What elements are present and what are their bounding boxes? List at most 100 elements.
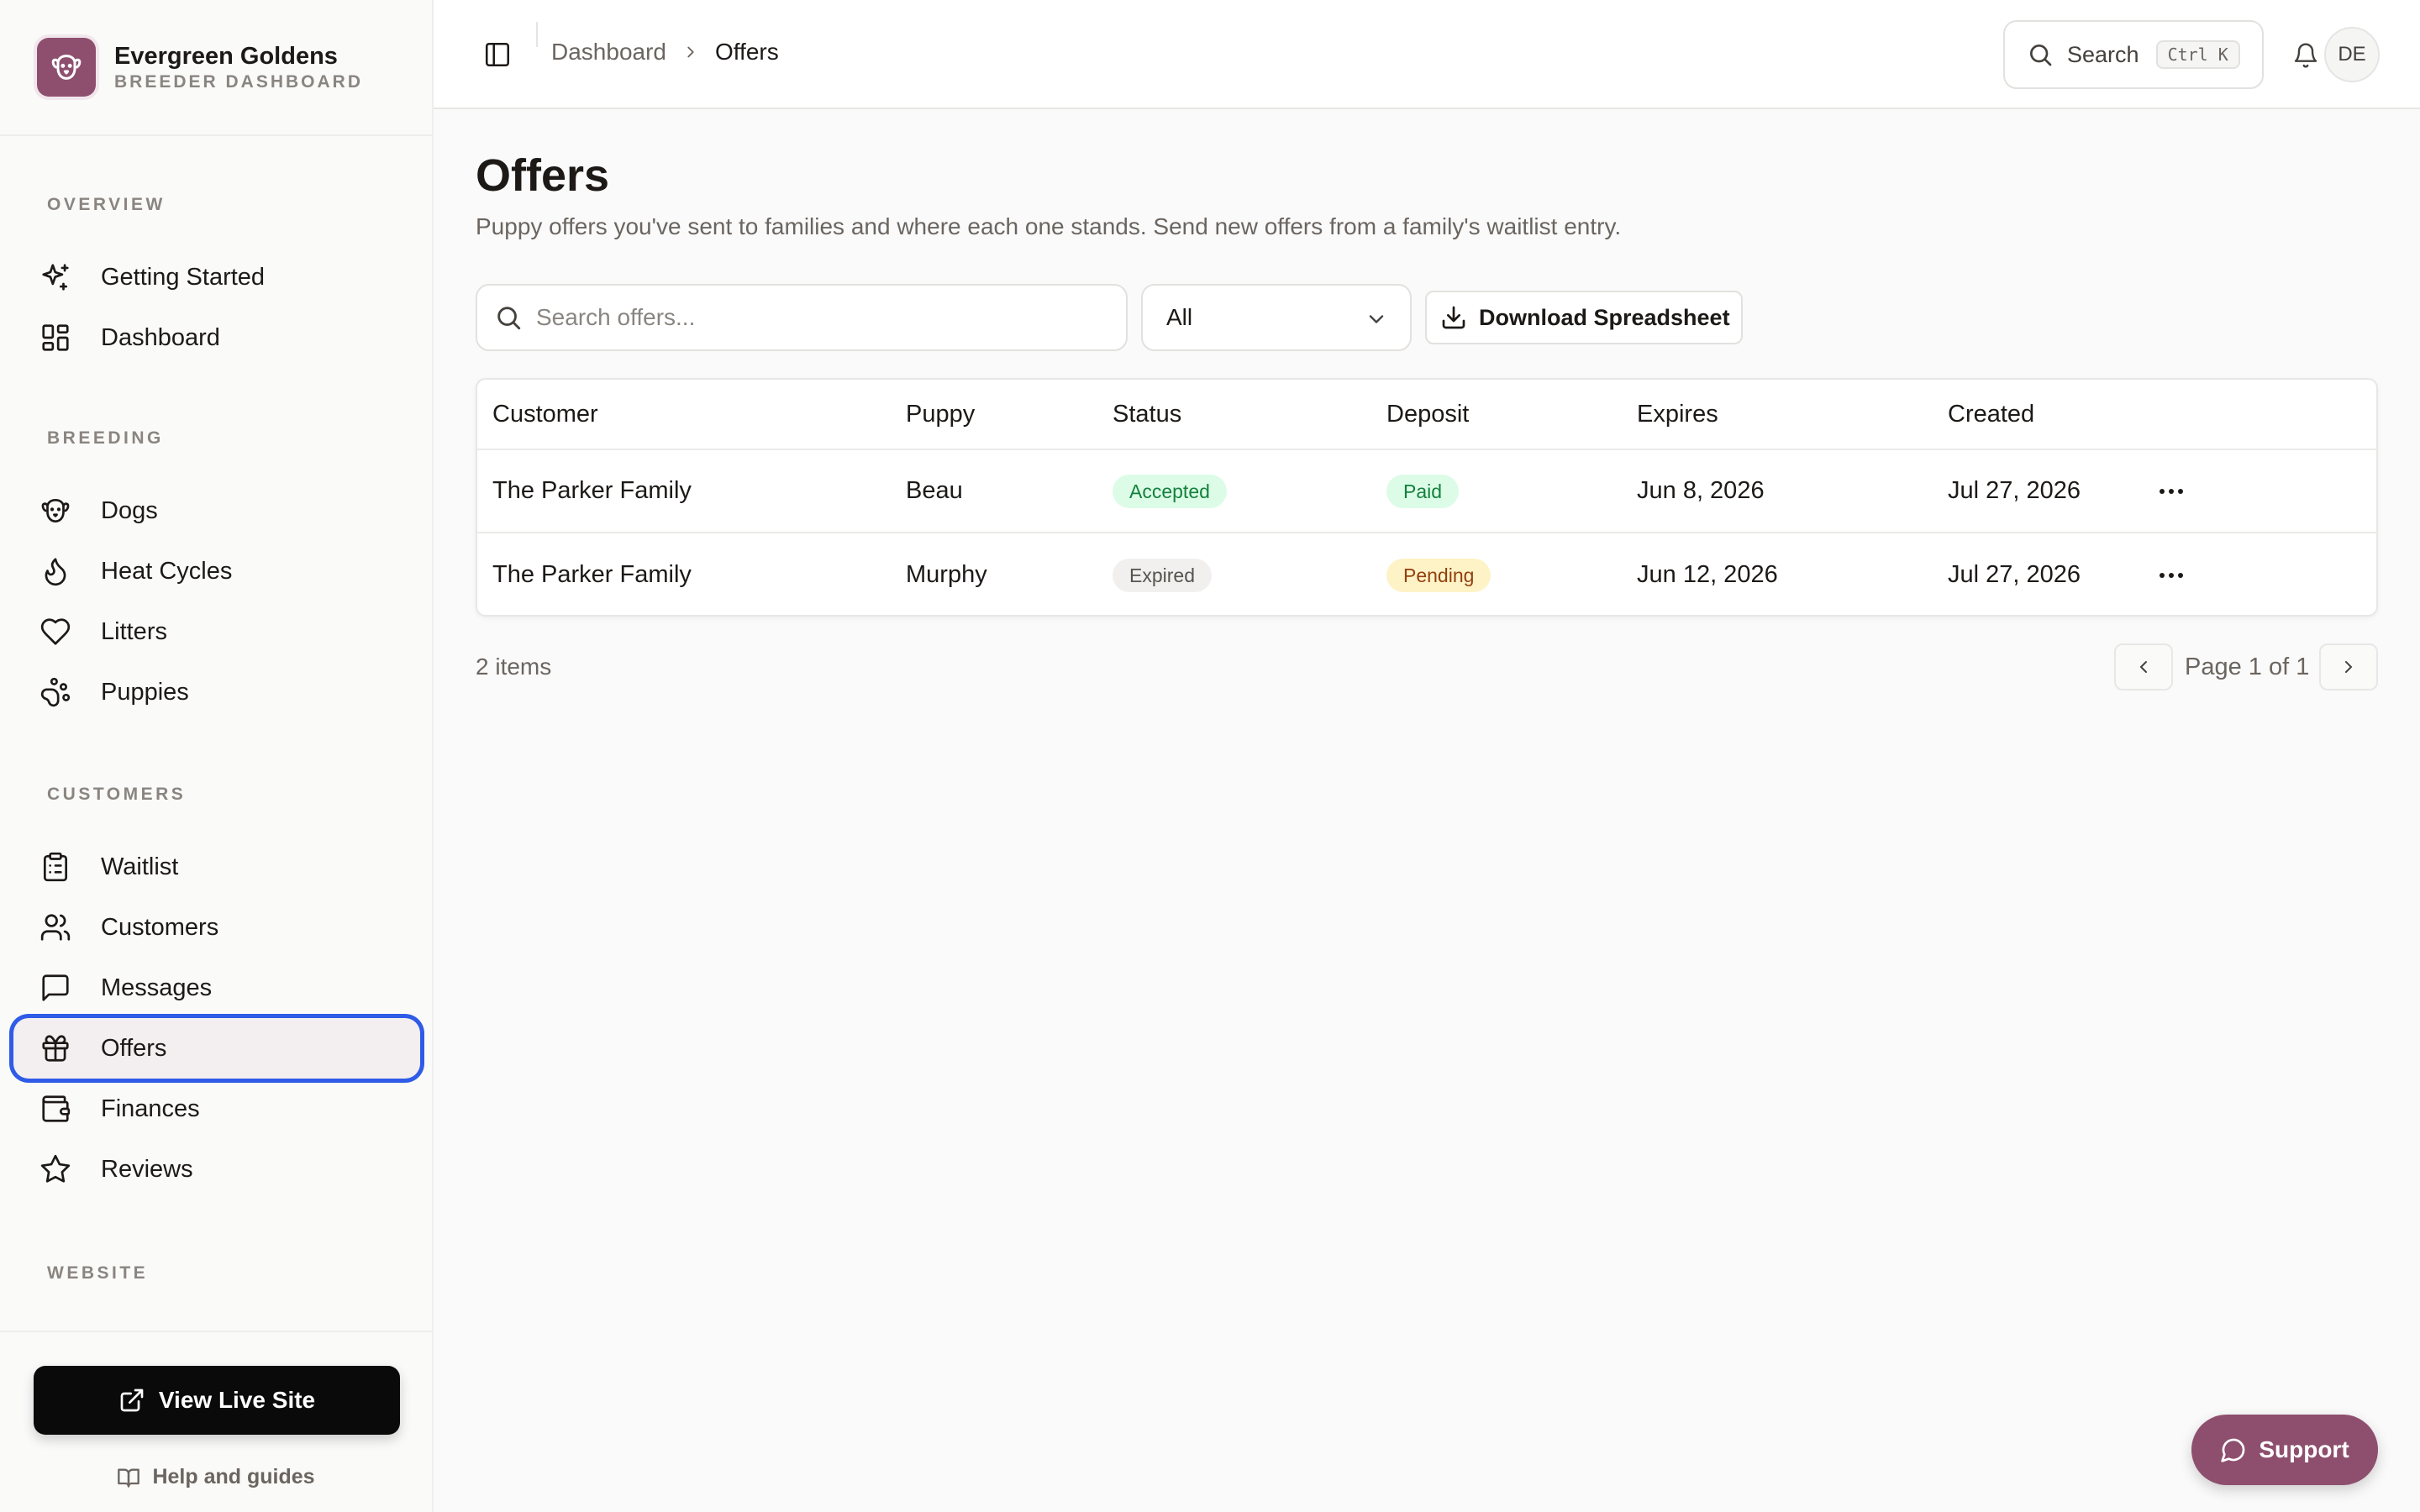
message-square-icon bbox=[39, 971, 72, 1005]
heart-icon bbox=[39, 615, 72, 648]
layout-grid-icon bbox=[39, 321, 72, 354]
paw-icon bbox=[39, 675, 72, 709]
sidebar-item-dashboard[interactable]: Dashboard bbox=[13, 307, 420, 368]
row-actions-menu-icon[interactable] bbox=[2160, 450, 2183, 532]
sidebar-item-offers[interactable]: Offers bbox=[13, 1018, 420, 1079]
status-badge: Accepted bbox=[1113, 474, 1227, 508]
wallet-icon bbox=[39, 1092, 72, 1126]
sidebar-item-customers[interactable]: Customers bbox=[13, 897, 420, 958]
sidebar-item-heat-cycles[interactable]: Heat Cycles bbox=[13, 541, 420, 601]
cell-status: Expired bbox=[1113, 533, 1212, 615]
clipboard-list-icon bbox=[39, 850, 72, 884]
next-page-button[interactable] bbox=[2319, 643, 2378, 690]
sidebar-item-dogs[interactable]: Dogs bbox=[13, 480, 420, 541]
deposit-badge: Paid bbox=[1386, 474, 1460, 508]
status-filter-select[interactable]: All bbox=[1141, 284, 1412, 351]
brand-header[interactable]: Evergreen Goldens BREEDER DASHBOARD bbox=[0, 0, 432, 136]
sparkles-icon bbox=[39, 260, 72, 294]
status-filter-value: All bbox=[1166, 304, 1193, 330]
flame-icon bbox=[39, 554, 72, 588]
cell-created: Jul 27, 2026 bbox=[1948, 477, 2081, 504]
sidebar-item-label: Finances bbox=[101, 1095, 200, 1122]
sidebar-item-label: Dashboard bbox=[101, 323, 220, 351]
cell-created: Jul 27, 2026 bbox=[1948, 561, 2081, 588]
sidebar-footer: View Live Site Help and guides bbox=[0, 1331, 432, 1512]
cell-expires: Jun 8, 2026 bbox=[1637, 477, 1765, 504]
support-button[interactable]: Support bbox=[2191, 1415, 2378, 1485]
sidebar-item-waitlist[interactable]: Waitlist bbox=[13, 837, 420, 897]
global-search-label: Search bbox=[2067, 41, 2139, 67]
cell-deposit: Pending bbox=[1386, 533, 1491, 615]
sidebar-item-getting-started[interactable]: Getting Started bbox=[13, 247, 420, 307]
cell-customer: The Parker Family bbox=[492, 561, 692, 588]
external-link-icon bbox=[118, 1387, 145, 1414]
breadcrumb: Dashboard Offers bbox=[551, 39, 779, 66]
page-title: Offers bbox=[476, 150, 610, 201]
chevron-right-icon bbox=[681, 43, 700, 61]
offers-search-field[interactable] bbox=[476, 284, 1128, 351]
column-header-deposit[interactable]: Deposit bbox=[1386, 380, 1469, 449]
chevron-left-icon bbox=[2133, 657, 2154, 677]
topbar: Dashboard Offers Search Ctrl K DE bbox=[434, 0, 2420, 109]
sidebar-item-label: Heat Cycles bbox=[101, 557, 233, 585]
sidebar-item-puppies[interactable]: Puppies bbox=[13, 662, 420, 722]
help-and-guides-link[interactable]: Help and guides bbox=[0, 1465, 432, 1489]
sidebar-item-label: Customers bbox=[101, 913, 219, 941]
breadcrumb-offers: Offers bbox=[714, 39, 779, 65]
bell-icon[interactable] bbox=[2289, 39, 2323, 72]
dog-face-icon bbox=[37, 38, 96, 97]
users-icon bbox=[39, 911, 72, 944]
sidebar-item-label: Reviews bbox=[101, 1155, 193, 1183]
column-header-created[interactable]: Created bbox=[1948, 380, 2034, 449]
gift-icon bbox=[39, 1032, 72, 1065]
column-header-puppy[interactable]: Puppy bbox=[906, 380, 975, 449]
sidebar-item-litters[interactable]: Litters bbox=[13, 601, 420, 662]
dog-icon bbox=[39, 494, 72, 528]
topbar-divider bbox=[536, 22, 538, 47]
sidebar-item-messages[interactable]: Messages bbox=[13, 958, 420, 1018]
sidebar-toggle-icon[interactable] bbox=[481, 38, 514, 71]
table-row[interactable]: The Parker Family Murphy Expired Pending… bbox=[477, 533, 2376, 615]
page-indicator: Page 1 of 1 bbox=[2185, 654, 2310, 680]
message-circle-icon bbox=[2220, 1436, 2247, 1463]
items-count: 2 items bbox=[476, 654, 552, 680]
chevron-right-icon bbox=[2338, 657, 2359, 677]
column-header-expires[interactable]: Expires bbox=[1637, 380, 1718, 449]
table-row[interactable]: The Parker Family Beau Accepted Paid Jun… bbox=[477, 450, 2376, 533]
search-icon bbox=[494, 303, 523, 332]
previous-page-button[interactable] bbox=[2114, 643, 2173, 690]
table-header-row: Customer Puppy Status Deposit Expires Cr… bbox=[477, 380, 2376, 450]
sidebar-item-label: Getting Started bbox=[101, 263, 266, 291]
view-live-site-button[interactable]: View Live Site bbox=[34, 1366, 400, 1435]
cell-puppy: Murphy bbox=[906, 561, 987, 588]
sidebar-item-label: Offers bbox=[101, 1034, 167, 1062]
support-label: Support bbox=[2259, 1436, 2349, 1462]
offers-search-input[interactable] bbox=[536, 304, 1107, 331]
page-description: Puppy offers you've sent to families and… bbox=[476, 213, 1622, 239]
sidebar-item-reviews[interactable]: Reviews bbox=[13, 1139, 420, 1200]
column-header-status[interactable]: Status bbox=[1113, 380, 1181, 449]
breadcrumb-dashboard[interactable]: Dashboard bbox=[551, 39, 666, 66]
search-icon bbox=[2027, 41, 2054, 68]
download-spreadsheet-label: Download Spreadsheet bbox=[1479, 304, 1730, 330]
cell-deposit: Paid bbox=[1386, 450, 1460, 532]
column-header-customer[interactable]: Customer bbox=[492, 380, 598, 449]
brand-subtitle: BREEDER DASHBOARD bbox=[114, 72, 364, 92]
book-open-icon bbox=[117, 1466, 140, 1489]
sidebar-item-finances[interactable]: Finances bbox=[13, 1079, 420, 1139]
sidebar: Evergreen Goldens BREEDER DASHBOARD OVER… bbox=[0, 0, 434, 1512]
nav-section-website: WEBSITE bbox=[47, 1263, 149, 1283]
nav-section-breeding: BREEDING bbox=[47, 428, 164, 448]
user-avatar[interactable]: DE bbox=[2324, 27, 2380, 82]
star-icon bbox=[39, 1152, 72, 1186]
row-actions-menu-icon[interactable] bbox=[2160, 533, 2183, 615]
cell-expires: Jun 12, 2026 bbox=[1637, 561, 1778, 588]
help-and-guides-label: Help and guides bbox=[152, 1465, 315, 1488]
cell-customer: The Parker Family bbox=[492, 477, 692, 504]
global-search-button[interactable]: Search Ctrl K bbox=[2003, 20, 2264, 89]
cell-puppy: Beau bbox=[906, 477, 963, 504]
chevron-down-icon bbox=[1365, 307, 1388, 331]
download-spreadsheet-button[interactable]: Download Spreadsheet bbox=[1425, 291, 1743, 344]
deposit-badge: Pending bbox=[1386, 558, 1491, 592]
view-live-site-label: View Live Site bbox=[158, 1387, 316, 1413]
